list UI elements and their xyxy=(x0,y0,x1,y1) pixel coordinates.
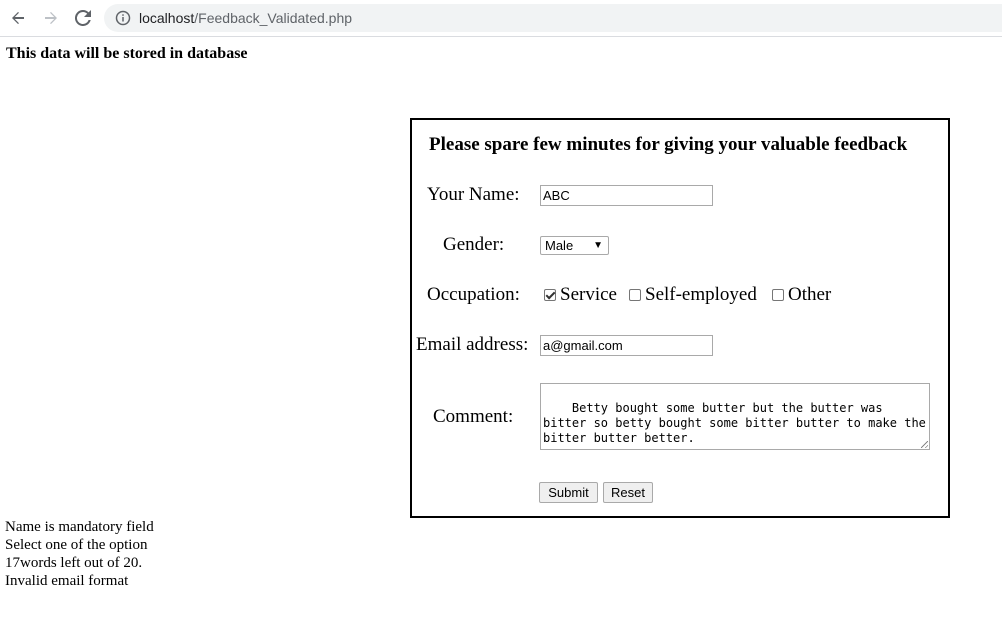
name-input[interactable]: ABC xyxy=(540,185,713,206)
email-label: Email address: xyxy=(416,334,529,355)
dropdown-arrow-icon: ▼ xyxy=(593,240,603,251)
info-icon[interactable] xyxy=(115,10,131,26)
occupation-self-employed-checkbox[interactable] xyxy=(629,289,641,301)
occupation-label: Occupation: xyxy=(427,284,520,305)
stored-message: This data will be stored in database xyxy=(6,45,248,62)
forward-icon[interactable] xyxy=(41,8,61,28)
error-name: Name is mandatory field xyxy=(5,519,154,535)
gender-select[interactable]: Male ▼ xyxy=(540,236,609,255)
submit-button[interactable]: Submit xyxy=(539,482,598,503)
occupation-service-checkbox[interactable] xyxy=(544,289,556,301)
error-occupation: Select one of the option xyxy=(5,537,148,553)
comment-text: Betty bought some butter but the butter … xyxy=(543,401,926,445)
email-input[interactable]: a@gmail.com xyxy=(540,335,713,356)
address-bar[interactable]: localhost/Feedback_Validated.php xyxy=(104,4,1002,32)
comment-label: Comment: xyxy=(433,406,514,427)
validation-messages: Name is mandatory field Select one of th… xyxy=(5,518,154,590)
back-icon[interactable] xyxy=(8,8,28,28)
name-label: Your Name: xyxy=(427,184,520,205)
occupation-self-employed-label: Self-employed xyxy=(645,284,757,305)
error-comment-words: 17words left out of 20. xyxy=(5,555,143,571)
browser-toolbar: localhost/Feedback_Validated.php xyxy=(0,0,1002,37)
url-path: /Feedback_Validated.php xyxy=(194,10,353,26)
occupation-other-label: Other xyxy=(788,284,832,305)
gender-label: Gender: xyxy=(443,234,505,255)
url-host: localhost xyxy=(139,10,195,26)
url-text: localhost/Feedback_Validated.php xyxy=(139,9,352,27)
occupation-service-label: Service xyxy=(560,284,617,305)
form-heading: Please spare few minutes for giving your… xyxy=(429,134,908,155)
error-email: Invalid email format xyxy=(5,573,129,589)
feedback-form: Please spare few minutes for giving your… xyxy=(410,118,950,518)
reload-icon[interactable] xyxy=(73,8,93,28)
gender-selected-value: Male xyxy=(545,238,574,253)
occupation-other-checkbox[interactable] xyxy=(772,289,784,301)
comment-textarea[interactable]: Betty bought some butter but the butter … xyxy=(540,383,930,450)
reset-button[interactable]: Reset xyxy=(603,482,653,503)
resize-handle-icon[interactable] xyxy=(921,441,928,448)
